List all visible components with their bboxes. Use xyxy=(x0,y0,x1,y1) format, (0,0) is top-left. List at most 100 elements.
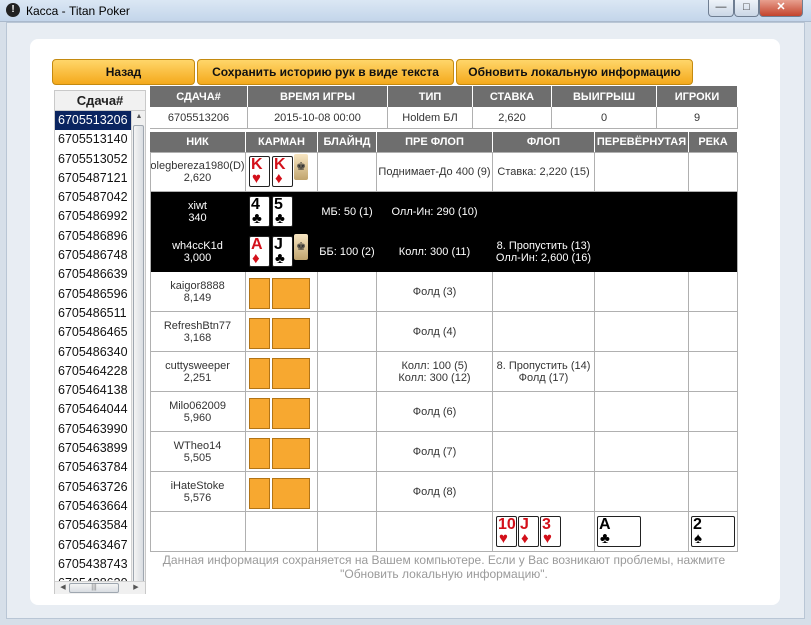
scroll-right-icon[interactable]: ▶ xyxy=(131,583,141,593)
player-cell[interactable]: WTheo14 5,505 xyxy=(150,432,246,472)
player-name[interactable]: kaigor8888 xyxy=(170,280,224,292)
diamond-icon: ♦ xyxy=(275,170,283,187)
players-header: БЛАЙНД xyxy=(318,132,377,152)
turn-cell xyxy=(595,152,689,192)
player-name[interactable]: RefreshBtn77 xyxy=(164,320,231,332)
card-back xyxy=(272,398,310,429)
vertical-scrollbar[interactable]: ▲ xyxy=(131,111,145,585)
hand-list-header: Сдача# xyxy=(55,91,145,111)
board-card: 10 ♥ xyxy=(496,516,517,547)
player-cell[interactable]: iHateStoke 5,576 xyxy=(150,472,246,512)
back-button[interactable]: Назад xyxy=(52,59,195,85)
maximize-button[interactable]: □ xyxy=(734,0,759,17)
pocket-cards-cell: K ♥ K ♦ ♚ xyxy=(246,152,318,192)
player-cell[interactable]: xiwt 340 xyxy=(150,192,246,232)
board-empty-cell xyxy=(246,512,318,552)
player-name[interactable]: WTheo14 xyxy=(174,440,222,452)
summary-header: ИГРОКИ xyxy=(657,86,738,107)
preflop-cell: Фолд (4) xyxy=(377,312,493,352)
pocket-cards-cell xyxy=(246,432,318,472)
blind-cell xyxy=(318,472,377,512)
scroll-up-icon[interactable]: ▲ xyxy=(134,113,144,123)
blind-cell xyxy=(318,312,377,352)
flop-cell: 8. Пропустить (13) Олл-Ин: 2,600 (16) xyxy=(493,232,595,272)
river-cell xyxy=(689,192,738,232)
player-name[interactable]: iHateStoke xyxy=(171,480,225,492)
flop-cell xyxy=(493,272,595,312)
pocket-cards-cell xyxy=(246,352,318,392)
preflop-cell: Фолд (6) xyxy=(377,392,493,432)
preflop-cell: Фолд (7) xyxy=(377,432,493,472)
spade-icon: ♠ xyxy=(694,530,702,547)
blind-cell: ББ: 100 (2) xyxy=(318,232,377,272)
summary-value: 2,620 xyxy=(473,107,552,129)
blind-cell xyxy=(318,392,377,432)
horizontal-scrollbar[interactable]: ◀ ||| ▶ xyxy=(55,581,145,594)
turn-cell xyxy=(595,192,689,232)
player-name[interactable]: cuttysweeper xyxy=(165,360,230,372)
heart-icon: ♥ xyxy=(499,530,508,547)
card-back xyxy=(272,478,310,509)
pocket-card: 5 ♣ xyxy=(272,196,293,227)
player-chips: 3,000 xyxy=(183,251,212,264)
summary-value: Holdem БЛ xyxy=(388,107,473,129)
player-cell[interactable]: RefreshBtn77 3,168 xyxy=(150,312,246,352)
flop-cell xyxy=(493,392,595,432)
board-turn-cell: A ♣ xyxy=(595,512,689,552)
blind-cell xyxy=(318,432,377,472)
card-back xyxy=(249,278,270,309)
flop-action: Олл-Ин: 2,600 (16) xyxy=(495,251,592,264)
player-name[interactable]: olegbereza1980(D) xyxy=(150,160,244,172)
player-name[interactable]: wh4ccK1d xyxy=(172,240,223,252)
card-back xyxy=(249,358,270,389)
save-history-button[interactable]: Сохранить историю рук в виде текста xyxy=(197,59,454,85)
player-chips: 5,576 xyxy=(183,491,212,504)
players-header: НИК xyxy=(150,132,246,152)
player-chips: 2,620 xyxy=(183,171,212,184)
river-cell xyxy=(689,432,738,472)
refresh-local-info-button[interactable]: Обновить локальную информацию xyxy=(456,59,693,85)
river-cell xyxy=(689,272,738,312)
flop-cell xyxy=(493,312,595,352)
pocket-card: A ♦ xyxy=(249,236,270,267)
flop-action: 8. Пропустить (14) xyxy=(496,359,591,372)
close-button[interactable]: ✕ xyxy=(759,0,803,17)
player-cell[interactable]: olegbereza1980(D) 2,620 xyxy=(150,152,246,192)
scroll-left-icon[interactable]: ◀ xyxy=(58,583,68,593)
summary-value: 0 xyxy=(552,107,657,129)
river-cell xyxy=(689,232,738,272)
minimize-button[interactable]: — xyxy=(708,0,734,17)
pocket-card: K ♦ xyxy=(272,156,293,187)
turn-cell xyxy=(595,472,689,512)
board-card: 3 ♥ xyxy=(540,516,561,547)
heart-icon: ♥ xyxy=(543,530,552,547)
player-cell[interactable]: Milo062009 5,960 xyxy=(150,392,246,432)
flop-action: 8. Пропустить (13) xyxy=(496,239,591,252)
turn-cell xyxy=(595,432,689,472)
players-header: РЕКА xyxy=(689,132,738,152)
player-cell[interactable]: wh4ccK1d 3,000 xyxy=(150,232,246,272)
flop-cell xyxy=(493,192,595,232)
card-back xyxy=(272,358,310,389)
player-avatar-icon: ♚ xyxy=(294,154,308,180)
preflop-action: Фолд (6) xyxy=(412,405,457,418)
river-cell xyxy=(689,152,738,192)
board-empty-cell xyxy=(150,512,246,552)
preflop-cell: Фолд (3) xyxy=(377,272,493,312)
board-empty-cell xyxy=(377,512,493,552)
player-chips: 8,149 xyxy=(183,291,212,304)
player-cell[interactable]: cuttysweeper 2,251 xyxy=(150,352,246,392)
player-cell[interactable]: kaigor8888 8,149 xyxy=(150,272,246,312)
preflop-action: Олл-Ин: 290 (10) xyxy=(391,205,478,218)
hscroll-thumb[interactable]: ||| xyxy=(69,583,119,593)
scrollbar-thumb[interactable] xyxy=(133,125,144,585)
footnote-text: Данная информация сохраняется на Вашем к… xyxy=(162,553,726,581)
player-name[interactable]: Milo062009 xyxy=(169,400,226,412)
card-back xyxy=(272,278,310,309)
blind-cell xyxy=(318,152,377,192)
summary-header: СТАВКА xyxy=(473,86,552,107)
players-header: ПЕРЕВЁРНУТАЯ xyxy=(595,132,689,152)
club-icon: ♣ xyxy=(275,250,285,267)
player-name[interactable]: xiwt xyxy=(188,200,207,212)
board-empty-cell xyxy=(318,512,377,552)
